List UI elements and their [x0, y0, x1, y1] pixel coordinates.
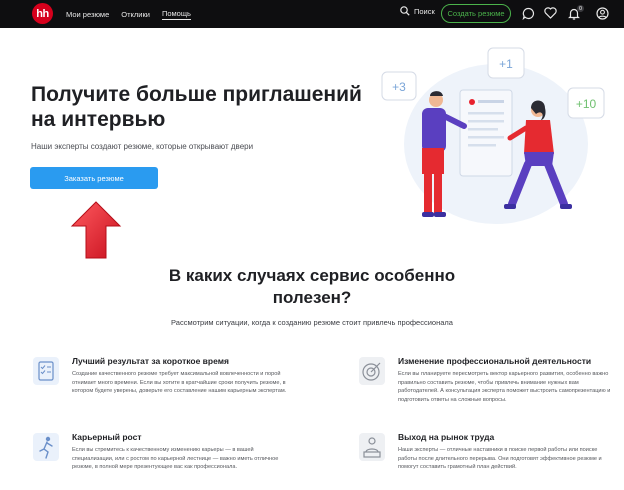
notifications-badge: 0 [577, 5, 584, 12]
order-resume-button[interactable]: Заказать резюме [30, 167, 158, 189]
svg-text:+1: +1 [499, 57, 513, 71]
hero-subtitle: Наши эксперты создают резюме, которые от… [31, 142, 254, 151]
svg-text:+3: +3 [392, 80, 406, 94]
card-title: Изменение профессиональной деятельности [398, 356, 592, 366]
hero-title: Получите больше приглашений на интервью [31, 83, 362, 131]
card-text: Если вы стремитесь к качественному измен… [72, 447, 279, 470]
card-title: Карьерный рост [72, 432, 142, 442]
main-nav: Мои резюме Отклики Помощь [66, 0, 191, 28]
search-label: Поиск [414, 6, 435, 16]
notifications-button[interactable]: 0 [566, 5, 584, 21]
heart-icon [543, 7, 557, 19]
favorites-button[interactable] [542, 5, 558, 21]
search-icon [400, 6, 410, 16]
person-desk-icon [359, 433, 385, 461]
top-header: hh Мои резюме Отклики Помощь Поиск Созда… [0, 0, 624, 28]
user-icon [595, 6, 609, 20]
card-title: Выход на рынок труда [398, 432, 495, 442]
target-icon [359, 357, 385, 385]
section-title: В каких случаях сервис особенно полезен? [168, 266, 456, 307]
running-person-icon [33, 433, 59, 461]
card-text: Наши эксперты — отличные наставники в по… [398, 447, 602, 470]
red-arrow-up-icon [70, 201, 122, 259]
hero-illustration: +3 +1 +10 [381, 47, 605, 224]
svg-text:+10: +10 [576, 97, 597, 111]
chat-icon [522, 7, 534, 20]
card-text: Создание качественного резюме требует ма… [72, 371, 287, 394]
create-resume-button[interactable]: Создать резюме [441, 4, 511, 23]
chat-button[interactable] [520, 5, 536, 21]
profile-button[interactable] [594, 5, 610, 21]
nav-help[interactable]: Помощь [161, 9, 191, 20]
plus-1-bubble: +1 [487, 47, 525, 79]
hh-logo[interactable]: hh [32, 3, 53, 24]
card-text: Если вы планируете пересмотреть вектор к… [398, 371, 611, 403]
card-title: Лучший результат за короткое время [72, 356, 229, 366]
checklist-icon [33, 357, 59, 385]
section-subtitle: Рассмотрим ситуации, когда к созданию ре… [171, 318, 453, 327]
plus-3-bubble: +3 [381, 71, 417, 101]
search-button[interactable]: Поиск [400, 6, 435, 16]
plus-10-bubble: +10 [567, 87, 605, 119]
nav-my-resumes[interactable]: Мои резюме [66, 10, 109, 19]
nav-responses[interactable]: Отклики [121, 10, 150, 19]
